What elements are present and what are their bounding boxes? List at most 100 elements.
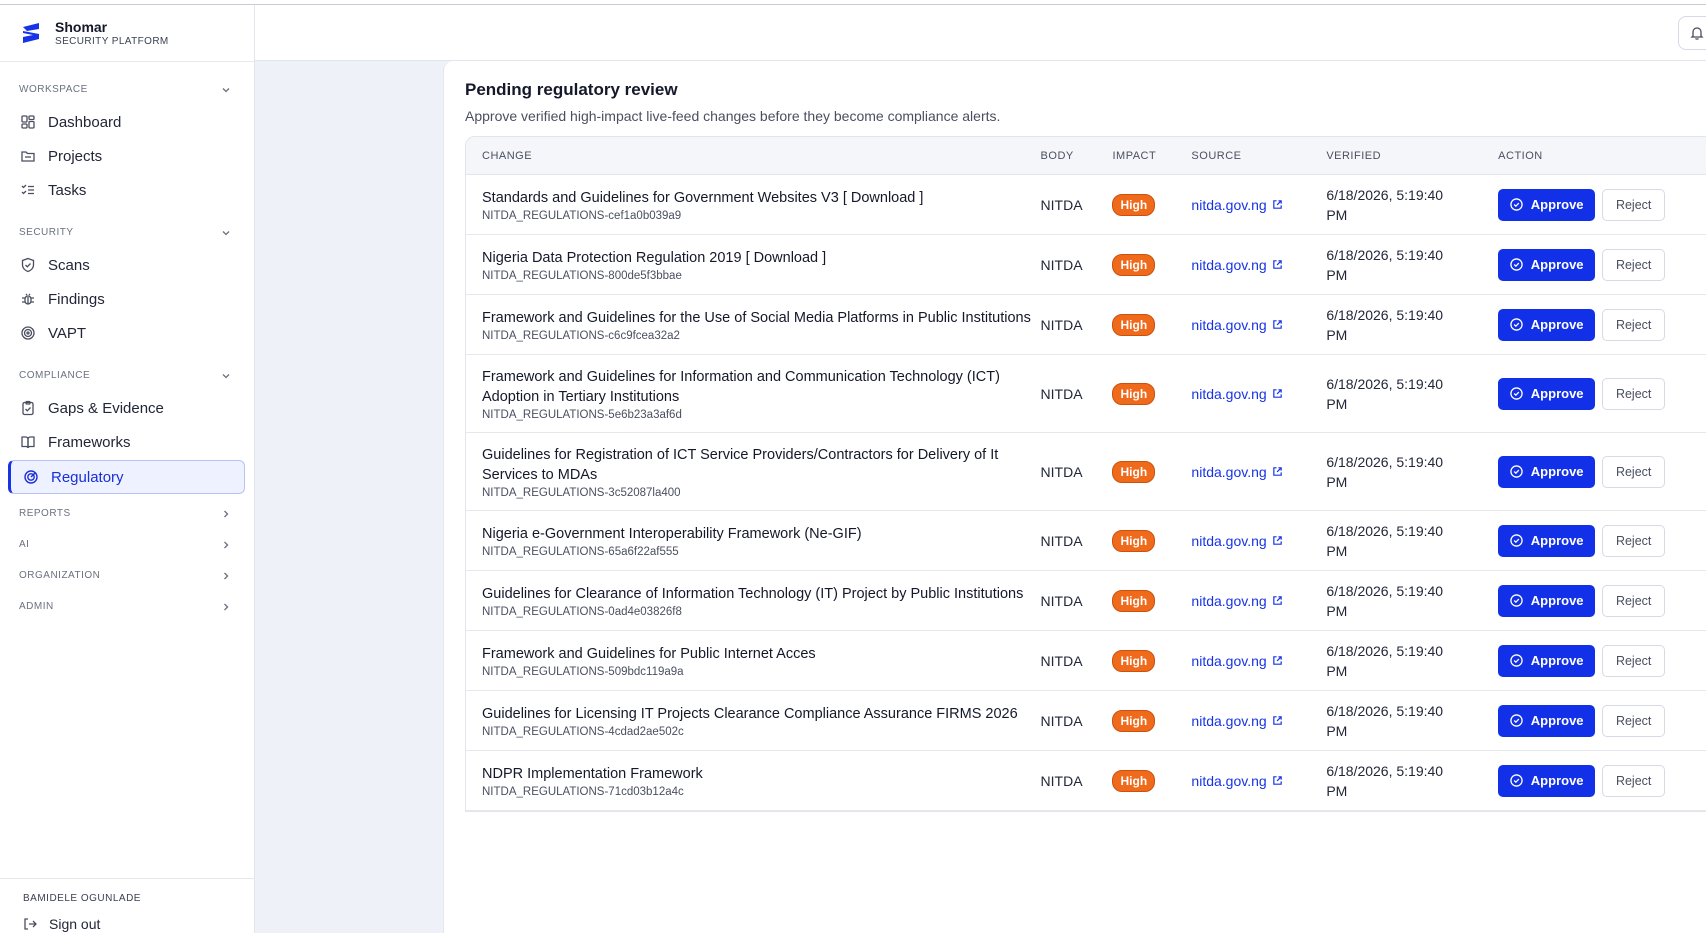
impact-badge: High	[1112, 649, 1156, 672]
sign-out-button[interactable]: Sign out	[23, 916, 254, 932]
reject-button[interactable]: Reject	[1602, 377, 1666, 410]
approve-button[interactable]: Approve	[1498, 644, 1596, 677]
notifications-button[interactable]	[1678, 16, 1706, 50]
verified-timestamp: 6/18/2026, 5:19:40 PM	[1326, 453, 1444, 490]
approve-button[interactable]: Approve	[1498, 524, 1596, 557]
source-link[interactable]: nitda.gov.ng	[1191, 386, 1282, 402]
approve-button[interactable]: Approve	[1498, 188, 1596, 221]
approve-button[interactable]: Approve	[1498, 764, 1596, 797]
change-id: NITDA_REGULATIONS-c6c9fcea32a2	[482, 329, 680, 342]
body-cell: NITDA	[1041, 593, 1113, 609]
book-icon	[21, 436, 35, 449]
sidebar-item-label: Frameworks	[48, 433, 131, 451]
section-label: REPORTS	[19, 508, 71, 519]
table-row: Framework and Guidelines for Information…	[466, 355, 1706, 433]
impact-badge: High	[1112, 253, 1156, 276]
section-organization[interactable]: ORGANIZATION	[0, 560, 254, 591]
approve-label: Approve	[1530, 533, 1584, 548]
column-header-impact[interactable]: IMPACT	[1112, 150, 1191, 162]
reject-button[interactable]: Reject	[1602, 704, 1666, 737]
approve-button[interactable]: Approve	[1498, 584, 1596, 617]
approve-button[interactable]: Approve	[1498, 455, 1596, 488]
source-link[interactable]: nitda.gov.ng	[1191, 773, 1282, 789]
chevron-right-icon	[224, 541, 229, 548]
sidebar: Shomar SECURITY PLATFORM WORKSPACE Dashb…	[0, 5, 255, 933]
sidebar-item-scans[interactable]: Scans	[0, 248, 246, 282]
source-cell: nitda.gov.ng	[1191, 713, 1326, 729]
sidebar-item-tasks[interactable]: Tasks	[0, 173, 246, 207]
folder-icon	[21, 151, 35, 162]
reject-button[interactable]: Reject	[1602, 584, 1666, 617]
approve-label: Approve	[1530, 713, 1584, 728]
source-link[interactable]: nitda.gov.ng	[1191, 533, 1282, 549]
reject-button[interactable]: Reject	[1602, 248, 1666, 281]
column-header-change[interactable]: CHANGE	[466, 150, 1041, 162]
approve-button[interactable]: Approve	[1498, 377, 1596, 410]
change-id: NITDA_REGULATIONS-71cd03b12a4c	[482, 785, 684, 798]
chevron-down-icon	[222, 230, 230, 235]
verified-timestamp: 6/18/2026, 5:19:40 PM	[1326, 642, 1444, 679]
verified-cell: 6/18/2026, 5:19:40 PM	[1326, 245, 1498, 285]
source-link[interactable]: nitda.gov.ng	[1191, 197, 1282, 213]
change-id: NITDA_REGULATIONS-509bdc119a9a	[482, 665, 684, 678]
source-link[interactable]: nitda.gov.ng	[1191, 317, 1282, 333]
section-workspace[interactable]: WORKSPACE	[0, 74, 254, 105]
body-cell: NITDA	[1041, 197, 1113, 213]
section-compliance[interactable]: COMPLIANCE	[0, 360, 254, 391]
sidebar-item-regulatory[interactable]: Regulatory	[8, 460, 245, 494]
external-link-icon	[1272, 467, 1282, 476]
sidebar-item-frameworks[interactable]: Frameworks	[0, 425, 246, 459]
source-link[interactable]: nitda.gov.ng	[1191, 257, 1282, 273]
approve-button[interactable]: Approve	[1498, 704, 1596, 737]
approve-label: Approve	[1530, 773, 1584, 788]
sidebar-item-dashboard[interactable]: Dashboard	[0, 105, 246, 139]
sidebar-item-findings[interactable]: Findings	[0, 282, 246, 316]
reject-button[interactable]: Reject	[1602, 455, 1666, 488]
action-cell: Approve Reject	[1498, 524, 1706, 557]
external-link-icon	[1272, 536, 1282, 545]
reject-button[interactable]: Reject	[1602, 524, 1666, 557]
external-link-icon	[1272, 200, 1282, 209]
verified-cell: 6/18/2026, 5:19:40 PM	[1326, 452, 1498, 492]
column-header-source[interactable]: SOURCE	[1191, 150, 1326, 162]
change-cell: Framework and Guidelines for the Use of …	[466, 308, 1041, 342]
brand[interactable]: Shomar SECURITY PLATFORM	[0, 5, 254, 62]
source-link[interactable]: nitda.gov.ng	[1191, 713, 1282, 729]
sidebar-item-gaps-evidence[interactable]: Gaps & Evidence	[0, 391, 246, 425]
sidebar-item-label: Dashboard	[48, 113, 122, 131]
source-link[interactable]: nitda.gov.ng	[1191, 653, 1282, 669]
column-header-verified[interactable]: VERIFIED	[1326, 150, 1498, 162]
body-cell: NITDA	[1041, 533, 1113, 549]
approve-label: Approve	[1530, 593, 1584, 608]
sidebar-item-projects[interactable]: Projects	[0, 139, 246, 173]
source-link-text: nitda.gov.ng	[1191, 316, 1267, 333]
section-ai[interactable]: AI	[0, 529, 254, 560]
section-admin[interactable]: ADMIN	[0, 591, 254, 622]
impact-badge: High	[1112, 193, 1156, 216]
approve-button[interactable]: Approve	[1498, 308, 1596, 341]
impact-cell: High	[1112, 649, 1191, 672]
body-cell: NITDA	[1041, 653, 1113, 669]
verified-timestamp: 6/18/2026, 5:19:40 PM	[1326, 702, 1444, 739]
section-security[interactable]: SECURITY	[0, 217, 254, 248]
action-cell: Approve Reject	[1498, 248, 1706, 281]
source-link[interactable]: nitda.gov.ng	[1191, 464, 1282, 480]
action-cell: Approve Reject	[1498, 308, 1706, 341]
approve-button[interactable]: Approve	[1498, 248, 1596, 281]
change-cell: Guidelines for Registration of ICT Servi…	[466, 445, 1041, 499]
impact-cell: High	[1112, 709, 1191, 732]
change-cell: NDPR Implementation Framework NITDA_REGU…	[466, 764, 1041, 798]
sidebar-item-vapt[interactable]: VAPT	[0, 316, 246, 350]
body-cell: NITDA	[1041, 773, 1113, 789]
source-cell: nitda.gov.ng	[1191, 593, 1326, 609]
reject-button[interactable]: Reject	[1602, 188, 1666, 221]
sidebar-item-label: Regulatory	[51, 468, 124, 486]
pending-review-card: Pending regulatory review Approve verifi…	[443, 61, 1706, 933]
reject-button[interactable]: Reject	[1602, 764, 1666, 797]
source-link[interactable]: nitda.gov.ng	[1191, 593, 1282, 609]
reject-button[interactable]: Reject	[1602, 308, 1666, 341]
section-reports[interactable]: REPORTS	[0, 498, 254, 529]
body-value: NITDA	[1040, 196, 1083, 213]
column-header-body[interactable]: BODY	[1041, 150, 1113, 162]
reject-button[interactable]: Reject	[1602, 644, 1666, 677]
